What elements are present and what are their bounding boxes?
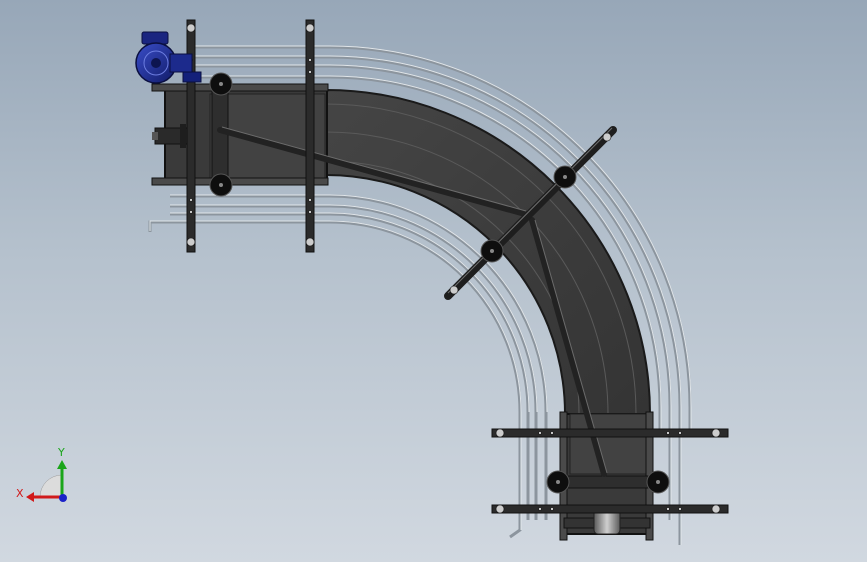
triad-xz-plane xyxy=(39,474,63,498)
head-plate-top xyxy=(151,83,329,92)
triad-z-axis xyxy=(59,494,67,502)
tail-section-belt xyxy=(569,413,647,475)
view-triad[interactable]: X Y xyxy=(16,446,67,502)
triad-y-arrowhead xyxy=(57,460,67,469)
cad-viewport[interactable]: X Y xyxy=(0,0,867,562)
triad-x-label: X xyxy=(16,487,24,500)
head-plate-bottom xyxy=(151,177,329,186)
head-roller-frame xyxy=(211,89,229,187)
triad-x-arrowhead xyxy=(26,492,34,502)
drive-shaft[interactable] xyxy=(152,124,188,148)
triad-y-label: Y xyxy=(57,446,65,459)
tail-roller-frame xyxy=(559,475,655,489)
conveyor-model[interactable]: X Y xyxy=(0,0,867,562)
